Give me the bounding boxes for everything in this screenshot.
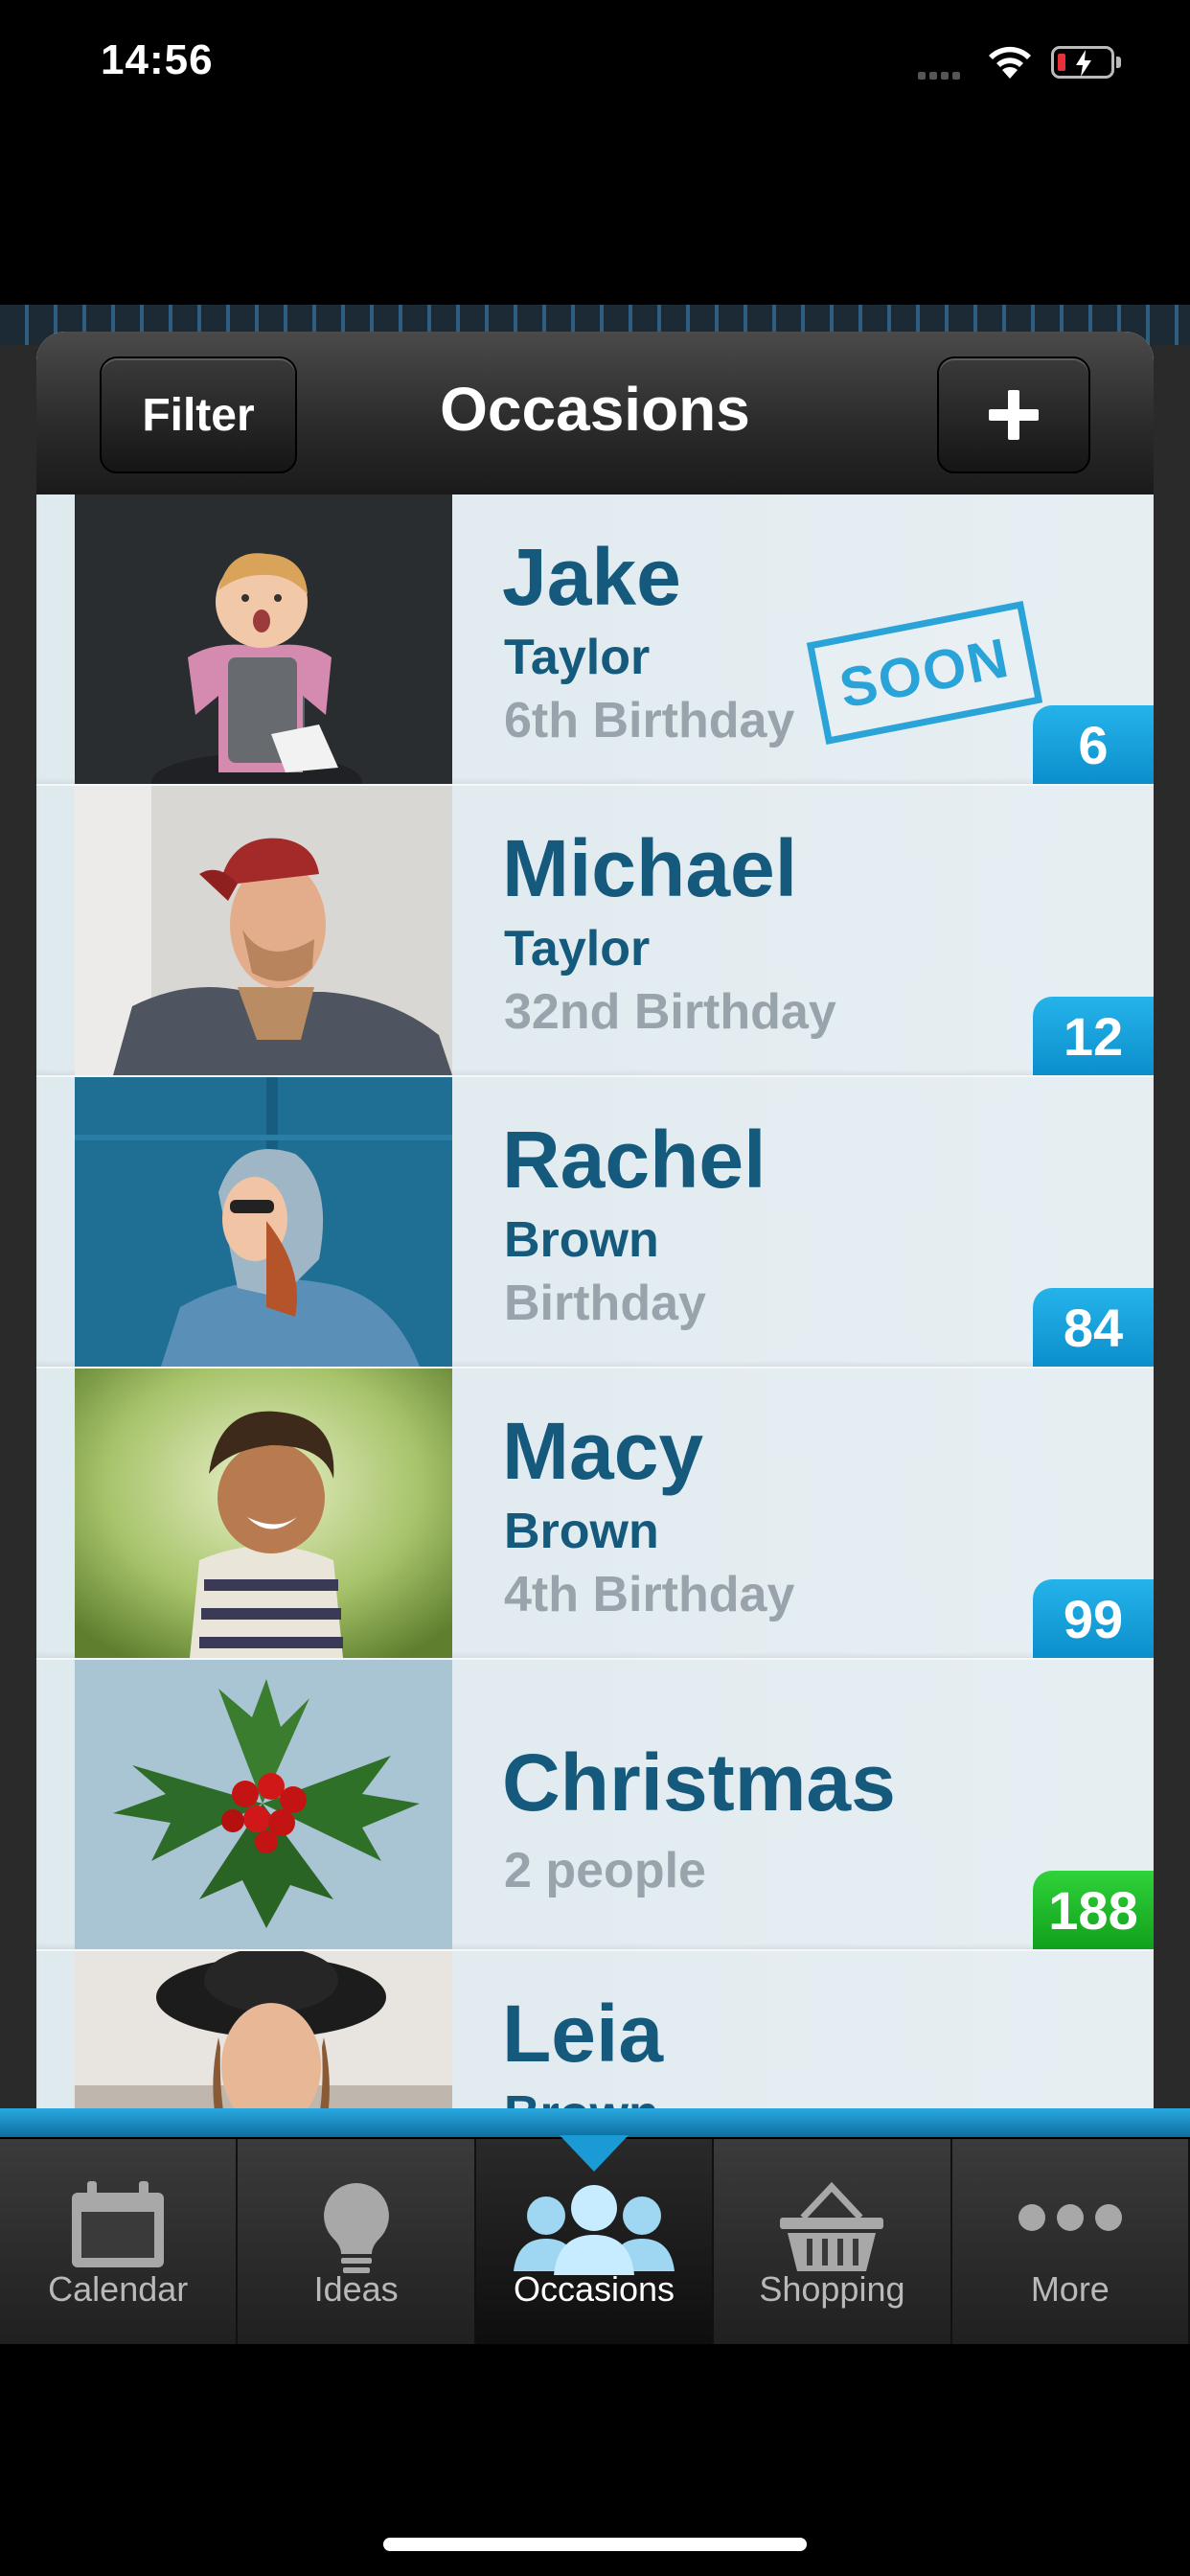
battery-icon <box>1051 46 1121 79</box>
add-occasion-button[interactable] <box>937 356 1090 473</box>
occasion-type: Birthday <box>504 1276 706 1331</box>
people-icon <box>514 2185 675 2275</box>
macy-photo <box>75 1368 452 1658</box>
occasions-list: Jake Taylor 6th Birthday SOON 6 Michael … <box>36 494 1154 2108</box>
status-time: 14:56 <box>101 36 214 83</box>
home-indicator[interactable] <box>383 2538 807 2551</box>
plus-icon <box>989 390 1039 440</box>
tab-shopping-label: Shopping <box>759 2269 905 2309</box>
days-remaining-badge: 84 <box>1033 1288 1154 1367</box>
occasion-type: 32nd Birthday <box>504 984 836 1040</box>
basket-icon <box>780 2181 884 2271</box>
occasion-row-rachel[interactable]: Rachel Brown Birthday 84 <box>36 1077 1154 1368</box>
more-icon <box>1018 2204 1122 2231</box>
days-remaining-badge: 99 <box>1033 1579 1154 1658</box>
active-tab-pointer <box>560 2135 629 2172</box>
days-remaining-badge: 6 <box>1033 705 1154 784</box>
occasion-name: Michael <box>502 823 798 913</box>
occasion-last-name: Brown <box>504 2085 659 2108</box>
tab-calendar[interactable]: Calendar <box>0 2139 239 2344</box>
occasion-people-count: 2 people <box>504 1843 706 1898</box>
tab-bar-highlight <box>0 2108 1190 2137</box>
occasion-name: Leia <box>502 1989 664 2079</box>
holly-image <box>75 1660 452 1949</box>
rachel-photo <box>75 1077 452 1367</box>
tab-bar: Calendar Ideas Occasions Shopping More <box>0 2108 1190 2344</box>
occasion-last-name: Taylor <box>504 630 651 685</box>
cellular-signal-icon <box>918 67 964 84</box>
occasion-type: 4th Birthday <box>504 1567 795 1622</box>
soon-stamp: SOON <box>806 601 1043 745</box>
occasion-name: Christmas <box>502 1737 896 1828</box>
tab-occasions-label: Occasions <box>513 2269 675 2309</box>
days-remaining-badge: 188 <box>1033 1871 1154 1949</box>
jake-photo <box>75 494 452 784</box>
tab-more-label: More <box>1030 2269 1110 2309</box>
occasion-row-michael[interactable]: Michael Taylor 32nd Birthday 12 <box>36 786 1154 1077</box>
lightbulb-icon <box>323 2183 389 2273</box>
occasion-last-name: Brown <box>504 1504 659 1559</box>
page-title: Occasions <box>440 375 750 444</box>
tab-shopping[interactable]: Shopping <box>714 2139 952 2344</box>
days-remaining-badge: 12 <box>1033 997 1154 1075</box>
occasion-name: Jake <box>502 532 681 622</box>
occasion-name: Rachel <box>502 1115 767 1205</box>
occasion-row-jake[interactable]: Jake Taylor 6th Birthday SOON 6 <box>36 494 1154 786</box>
navigation-bar: Filter Occasions <box>36 332 1154 494</box>
occasion-last-name: Brown <box>504 1212 659 1268</box>
filter-button[interactable]: Filter <box>100 356 297 473</box>
leia-photo <box>75 1951 452 2108</box>
occasion-last-name: Taylor <box>504 921 651 977</box>
occasion-row-macy[interactable]: Macy Brown 4th Birthday 99 <box>36 1368 1154 1660</box>
occasion-name: Macy <box>502 1406 704 1496</box>
calendar-icon <box>72 2181 165 2267</box>
wifi-icon <box>989 46 1031 79</box>
tab-ideas-label: Ideas <box>313 2269 399 2309</box>
michael-photo <box>75 786 452 1075</box>
occasion-type: 6th Birthday <box>504 693 795 748</box>
occasions-panel: Filter Occasions Jake Taylor 6th Birthda… <box>36 332 1154 2108</box>
status-bar: 14:56 <box>0 0 1190 134</box>
occasion-row-christmas[interactable]: Christmas 2 people 188 <box>36 1660 1154 1951</box>
tab-more[interactable]: More <box>951 2139 1190 2344</box>
tab-calendar-label: Calendar <box>48 2269 189 2309</box>
tab-ideas[interactable]: Ideas <box>238 2139 476 2344</box>
occasion-row-leia[interactable]: Leia Brown <box>36 1951 1154 2108</box>
